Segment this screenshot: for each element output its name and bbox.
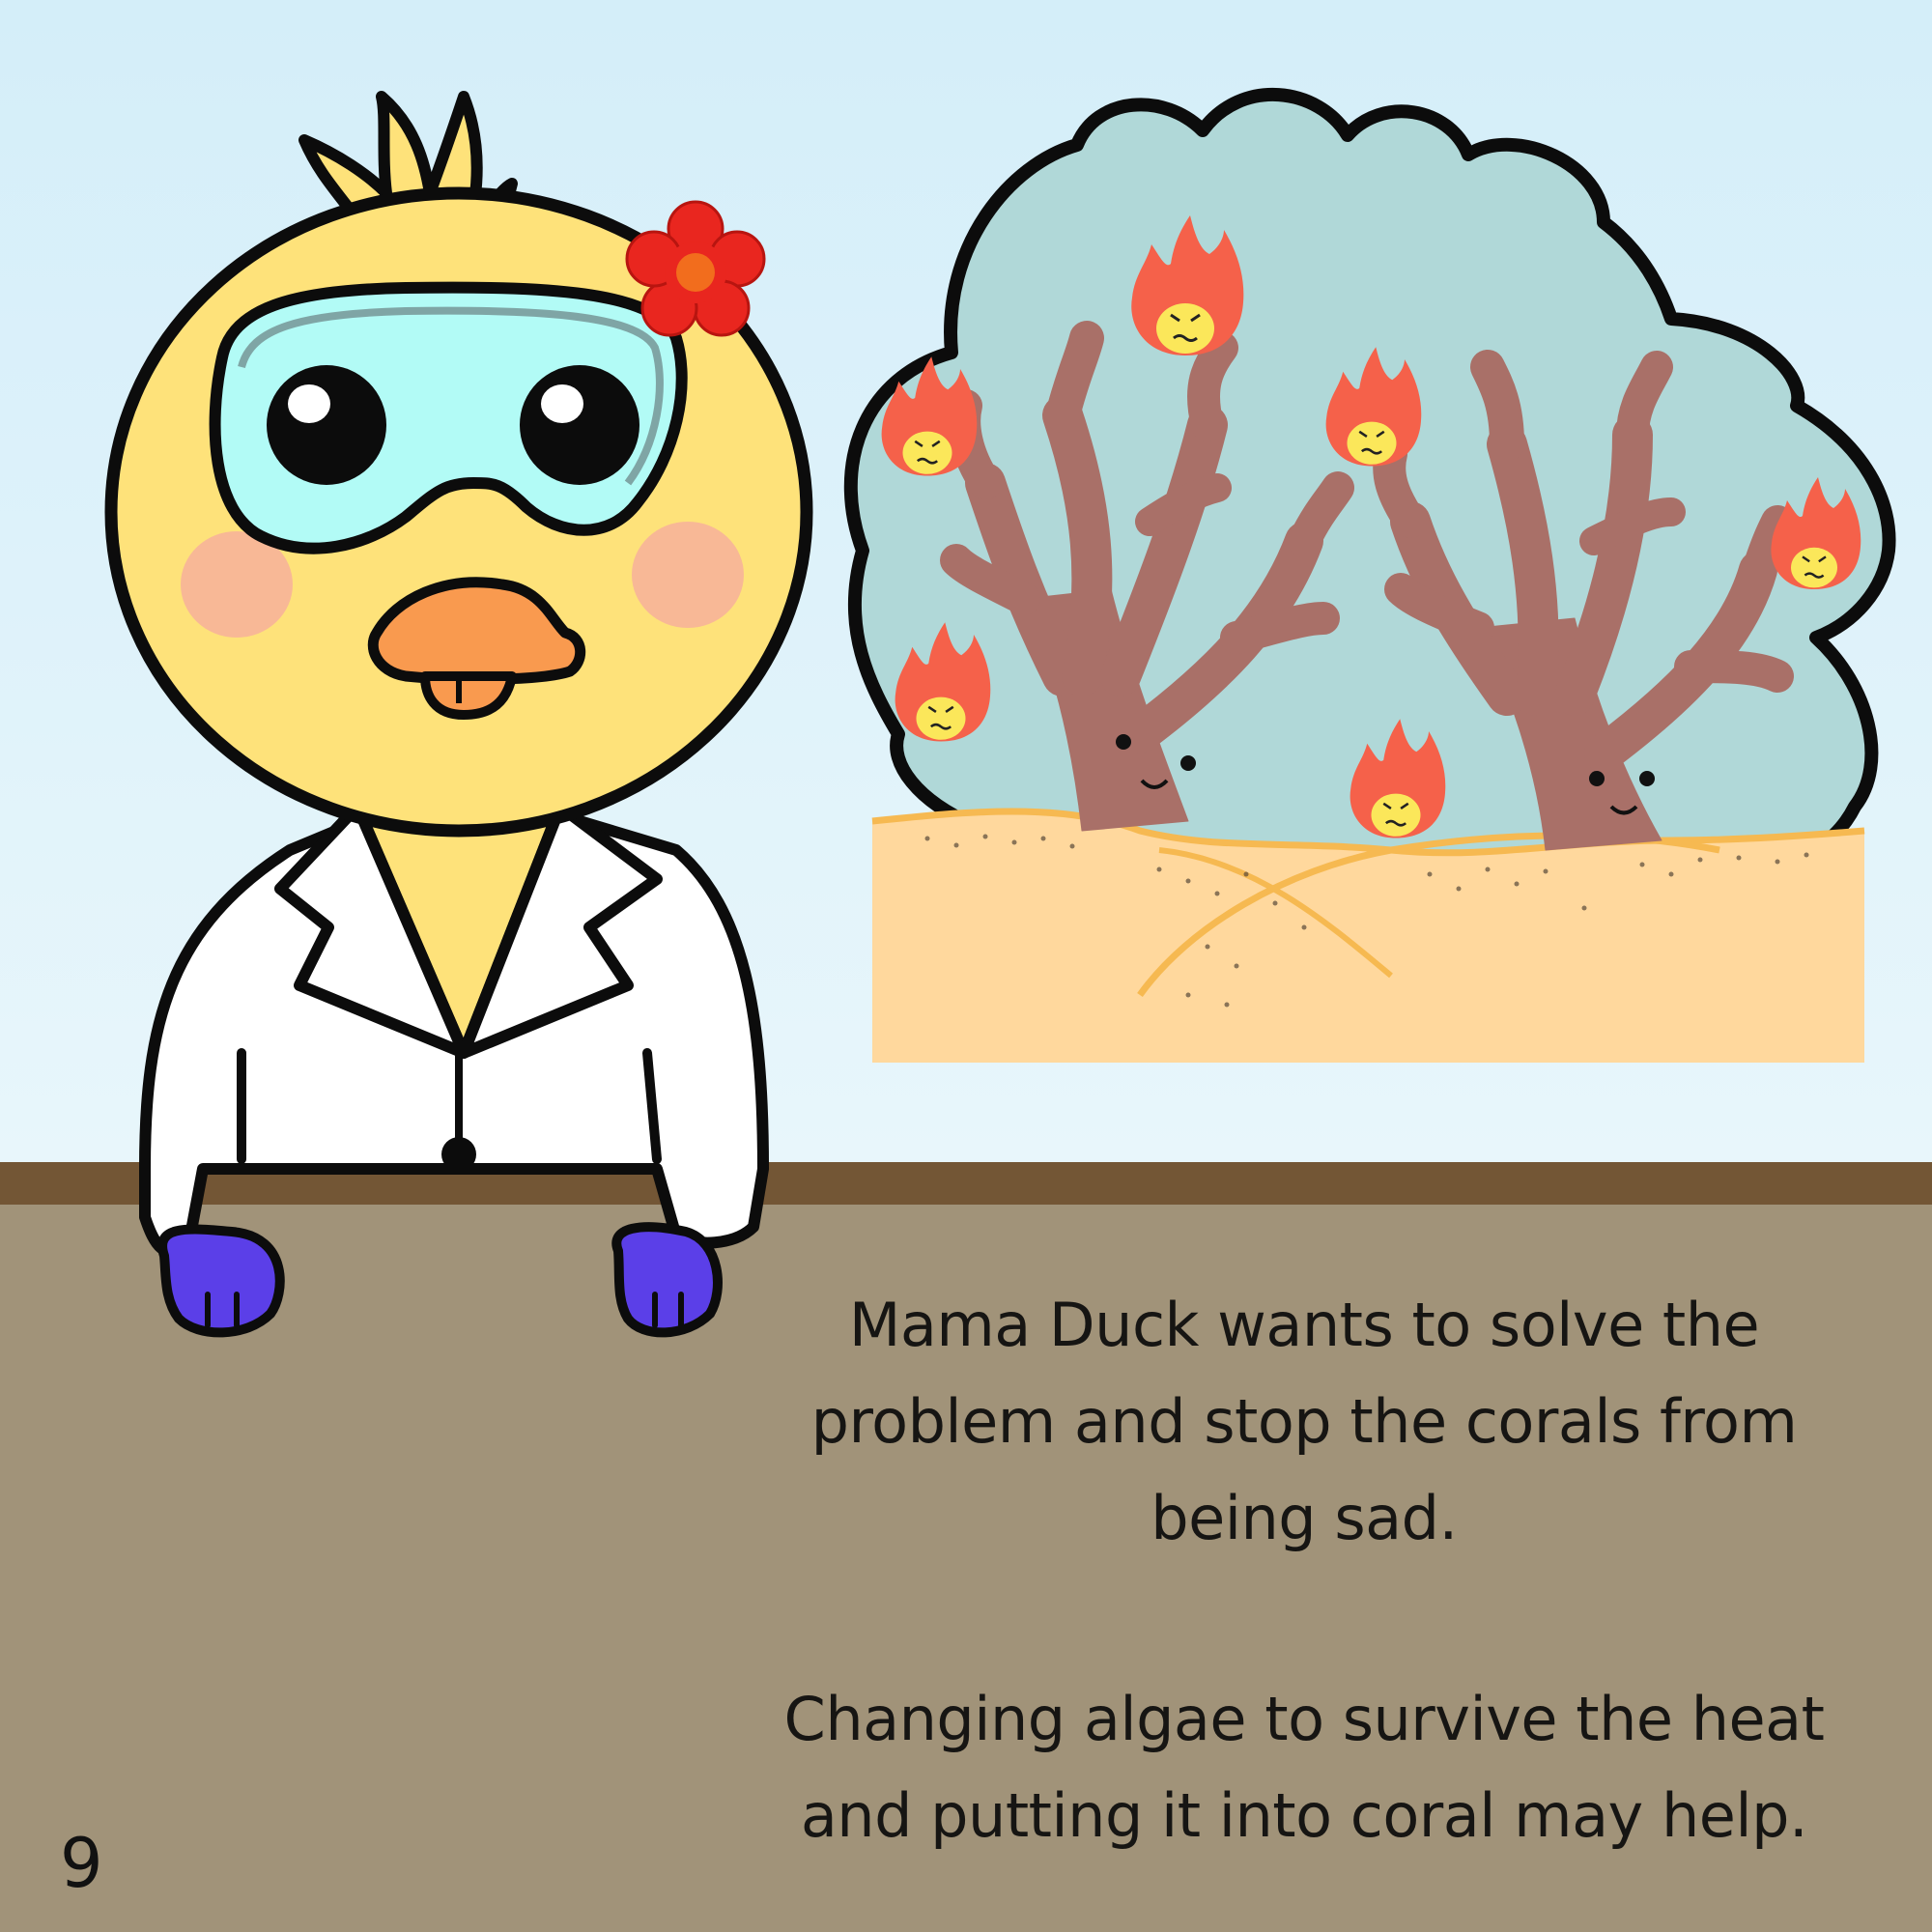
eye-left [267,365,386,485]
mouth [420,671,517,720]
story-paragraph-2: Changing algae to survive the heat and p… [783,1684,1825,1851]
duck-scientist [104,91,813,1338]
eye-right [520,365,639,485]
page-number: 9 [60,1824,103,1903]
glove-right [611,1222,723,1338]
cheek-right [632,522,744,628]
scene [0,0,1932,1932]
glove-left [157,1224,285,1338]
story-paragraph-1: Mama Duck wants to solve the problem and… [810,1290,1798,1553]
